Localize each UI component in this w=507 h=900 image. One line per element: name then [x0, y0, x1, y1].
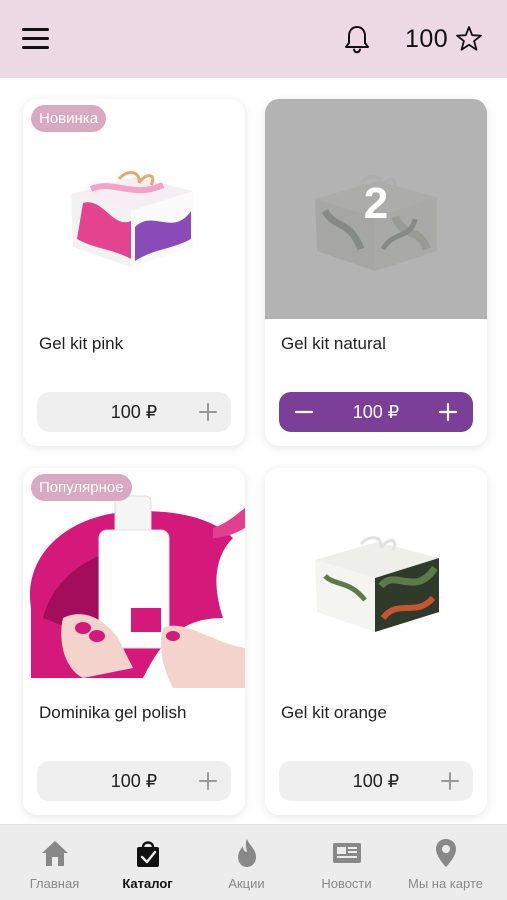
add-to-cart-button[interactable]: 100 ₽: [37, 761, 231, 801]
product-card[interactable]: Gel kit orange 100 ₽: [265, 468, 487, 815]
bottom-tab-bar: Главная Каталог Акции Новости Мы на карт…: [0, 824, 507, 900]
tab-home[interactable]: Главная: [4, 825, 105, 900]
badge-popular: Популярное: [31, 474, 132, 501]
badge-new: Новинка: [31, 105, 107, 132]
app-header: 100: [0, 0, 507, 78]
plus-icon: [199, 403, 217, 421]
tab-catalog[interactable]: Каталог: [97, 825, 198, 900]
product-image: [265, 468, 487, 688]
tab-map[interactable]: Мы на карте: [395, 825, 496, 900]
quantity-stepper[interactable]: 100 ₽: [279, 392, 473, 432]
product-image: [23, 468, 245, 688]
product-name: Gel kit natural: [281, 334, 386, 353]
product-card[interactable]: Новинка Gel kit pink 100 ₽: [23, 99, 245, 446]
hamburger-menu-icon[interactable]: [22, 26, 49, 50]
product-card[interactable]: 2 Gel kit natural 100 ₽: [265, 99, 487, 446]
cart-quantity-overlay: 2: [363, 179, 389, 228]
add-to-cart-button[interactable]: 100 ₽: [37, 392, 231, 432]
loyalty-points[interactable]: 100: [405, 22, 484, 56]
star-outline-icon: [456, 26, 483, 51]
add-to-cart-button[interactable]: 100 ₽: [279, 761, 473, 801]
shopping-bag-icon: [137, 841, 159, 867]
flame-icon: [238, 839, 256, 867]
bell-icon[interactable]: [343, 24, 371, 54]
tab-news[interactable]: Новости: [296, 825, 397, 900]
tab-label: Новости: [321, 876, 372, 891]
product-name: Dominika gel polish: [39, 703, 187, 722]
plus-icon: [441, 772, 459, 790]
product-card[interactable]: Популярное Dominika gel polish 100 ₽: [23, 468, 245, 815]
product-name: Gel kit orange: [281, 703, 387, 722]
tab-label: Каталог: [122, 876, 173, 891]
newspaper-icon: [333, 843, 361, 863]
map-pin-icon: [436, 839, 456, 867]
tab-label: Мы на карте: [408, 876, 483, 891]
plus-icon: [199, 772, 217, 790]
tab-promotions[interactable]: Акции: [196, 825, 297, 900]
product-image: [23, 99, 245, 319]
tab-label: Главная: [29, 876, 80, 891]
product-name: Gel kit pink: [39, 334, 124, 353]
tab-label: Акции: [228, 876, 265, 891]
plus-icon[interactable]: [437, 401, 459, 423]
home-icon: [42, 841, 68, 866]
points-value: 100: [405, 24, 449, 53]
